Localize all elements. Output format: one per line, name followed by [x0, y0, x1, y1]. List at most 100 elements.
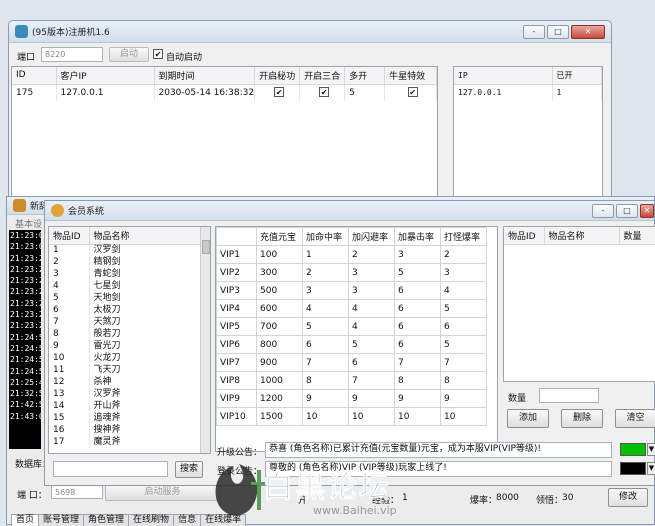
vip-col-header[interactable]: 打怪爆率 [440, 227, 487, 246]
add-button[interactable]: 添加 [507, 409, 549, 428]
vip-cell[interactable]: 6 [302, 335, 349, 354]
vip-cell[interactable]: 6 [440, 317, 487, 336]
vip-cell[interactable]: 10 [394, 407, 441, 426]
table-row[interactable]: VIP8 1000 8 7 8 8 [216, 371, 487, 390]
vip-cell[interactable]: 6 [394, 281, 441, 300]
vip-cell[interactable]: 9 [394, 389, 441, 408]
vip-cell[interactable]: 2 [302, 263, 349, 282]
member-close-button[interactable]: ✕ [640, 203, 654, 218]
tab-home[interactable]: 首页 [11, 514, 40, 526]
vip-cell[interactable]: 100 [256, 245, 303, 264]
vip-cell[interactable]: 6 [394, 335, 441, 354]
table-row[interactable]: VIP1 100 1 2 3 2 [216, 245, 487, 264]
col-mi[interactable]: 开启秘功 [254, 67, 301, 85]
tab-online-items[interactable]: 在线刷物 [128, 514, 175, 526]
vip-cell[interactable]: 9 [302, 389, 349, 408]
vip-cell[interactable]: 700 [256, 317, 303, 336]
vip-cell[interactable]: 10 [302, 407, 349, 426]
reward-list[interactable]: 物品ID 物品名称 数量 [503, 226, 655, 382]
table-row[interactable]: 7 天煞刀 [49, 316, 201, 328]
table-row[interactable]: 9 雷光刀 [49, 340, 201, 352]
vip-cell[interactable]: 300 [256, 263, 303, 282]
autostart-checkbox[interactable]: ✔ [153, 49, 163, 59]
table-row[interactable]: 4 七星剑 [49, 280, 201, 292]
vip-col-header[interactable] [216, 227, 257, 246]
upgrade-color-swatch[interactable] [620, 443, 646, 456]
qty-input[interactable] [539, 388, 599, 403]
sanhe-checkbox[interactable]: ✔ [319, 87, 330, 98]
vip-cell[interactable]: 7 [440, 353, 487, 372]
login-color-dropdown-icon[interactable]: ▼ [647, 462, 655, 475]
table-row[interactable]: VIP2 300 2 3 5 3 [216, 263, 487, 282]
vip-cell[interactable]: 1000 [256, 371, 303, 390]
tab-info[interactable]: 信息 [173, 514, 202, 526]
col-duokai[interactable]: 多开 [344, 67, 386, 85]
vip-cell[interactable]: 600 [256, 299, 303, 318]
col-id[interactable]: ID [12, 67, 57, 85]
minimize-button[interactable]: - [523, 24, 545, 39]
client-list[interactable]: ID 客户IP 到期时间 开启秘功 开启三合 多开 牛星特效 175 127.0… [11, 66, 438, 199]
vip-cell[interactable]: 8 [440, 371, 487, 390]
vip-cell[interactable]: 7 [348, 371, 395, 390]
table-row[interactable]: VIP6 800 6 5 6 5 [216, 335, 487, 354]
vip-cell[interactable]: 9 [348, 389, 395, 408]
col-ip[interactable]: IP [454, 67, 553, 85]
table-row[interactable]: 17 魔灵斧 [49, 436, 201, 448]
burst-value[interactable]: 8000 [496, 493, 519, 503]
tab-accounts[interactable]: 账号管理 [38, 514, 85, 526]
table-row[interactable]: 5 天地剑 [49, 292, 201, 304]
col-item-id[interactable]: 物品ID [49, 227, 90, 245]
vip-cell[interactable]: 5 [440, 335, 487, 354]
table-row[interactable]: VIP7 900 7 6 7 7 [216, 353, 487, 372]
back-port-input[interactable]: 5698 [51, 485, 103, 499]
col-reward-qty[interactable]: 数量 [619, 227, 655, 245]
vip-cell[interactable]: 2 [348, 245, 395, 264]
col-sanhe[interactable]: 开启三合 [299, 67, 346, 85]
table-row[interactable]: 8 般若刀 [49, 328, 201, 340]
vip-cell[interactable]: 8 [302, 371, 349, 390]
vip-cell[interactable]: 3 [394, 245, 441, 264]
table-row[interactable]: 127.0.0.1 1 [454, 84, 602, 101]
vip-cell[interactable]: 4 [440, 281, 487, 300]
table-row[interactable]: VIP4 600 4 4 6 5 [216, 299, 487, 318]
vip-cell[interactable]: 7 [302, 353, 349, 372]
vip-cell[interactable]: 9 [440, 389, 487, 408]
vip-cell[interactable]: 10 [440, 407, 487, 426]
vip-cell[interactable]: 6 [394, 317, 441, 336]
insight-value[interactable]: 30 [562, 493, 573, 503]
table-row[interactable]: 11 飞天刀 [49, 364, 201, 376]
table-row[interactable]: 16 搜神斧 [49, 424, 201, 436]
item-list[interactable]: 物品ID 物品名称 1 汉罗剑 2 精钢剑 3 青蛇剑 4 七星剑 5 天地剑 6 太极刀 7 天煞刀 8 般… [48, 226, 211, 454]
vip-cell[interactable]: 4 [302, 299, 349, 318]
maximize-button[interactable]: □ [547, 24, 569, 39]
member-minimize-button[interactable]: - [592, 203, 614, 218]
tab-roles[interactable]: 角色管理 [83, 514, 130, 526]
vip-cell[interactable]: 500 [256, 281, 303, 300]
close-button[interactable]: ✕ [571, 24, 605, 39]
vip-cell[interactable]: 1200 [256, 389, 303, 408]
table-row[interactable]: VIP3 500 3 3 6 4 [216, 281, 487, 300]
vip-col-header[interactable]: 加暴击率 [394, 227, 441, 246]
vip-cell[interactable]: 4 [348, 317, 395, 336]
table-row[interactable]: 1 汉罗剑 [49, 244, 201, 256]
table-row[interactable]: VIP10 1500 10 10 10 10 [216, 407, 487, 426]
clear-button[interactable]: 清空 [615, 409, 655, 428]
table-row[interactable]: VIP5 700 5 4 6 6 [216, 317, 487, 336]
table-row[interactable]: 175 127.0.0.1 2030-05-14 16:38:32 ✔ ✔ 5 … [12, 84, 437, 101]
col-reward-name[interactable]: 物品名称 [544, 227, 620, 245]
vip-cell[interactable]: 7 [394, 353, 441, 372]
vip-cell[interactable]: 5 [394, 263, 441, 282]
col-item-name[interactable]: 物品名称 [89, 227, 201, 245]
ip-list[interactable]: IP 已开 127.0.0.1 1 [453, 66, 603, 206]
item-search-input[interactable] [53, 461, 168, 477]
vip-cell[interactable]: 8 [394, 371, 441, 390]
vip-cell[interactable]: 5 [348, 335, 395, 354]
col-opened[interactable]: 已开 [552, 67, 602, 85]
vip-col-header[interactable]: 充值元宝 [256, 227, 303, 246]
vip-cell[interactable]: 3 [302, 281, 349, 300]
vip-cell[interactable]: 6 [394, 299, 441, 318]
vip-cell[interactable]: 3 [348, 281, 395, 300]
member-maximize-button[interactable]: □ [616, 203, 638, 218]
vip-cell[interactable]: 5 [302, 317, 349, 336]
vip-cell[interactable]: 900 [256, 353, 303, 372]
